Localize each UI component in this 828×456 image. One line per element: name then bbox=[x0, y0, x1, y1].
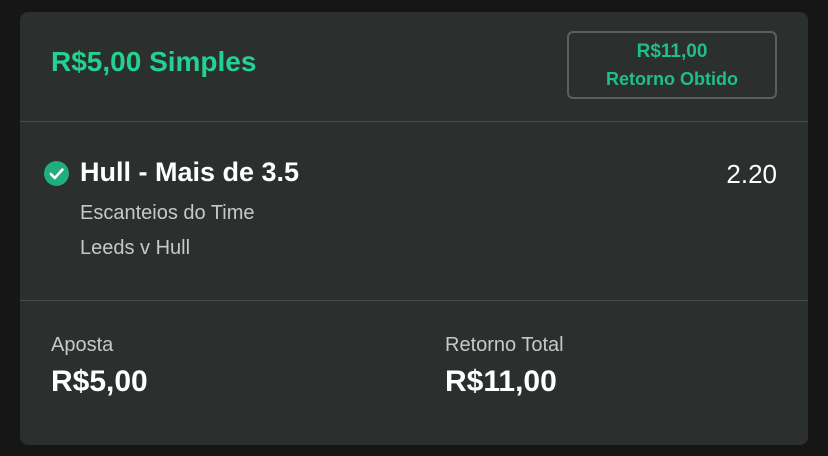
bet-title: R$5,00 Simples bbox=[51, 46, 257, 77]
returned-badge: R$11,00 Retorno Obtido bbox=[567, 31, 777, 99]
selection-event: Leeds v Hull bbox=[80, 237, 191, 259]
selection-market: Escanteios do Time bbox=[80, 202, 255, 224]
check-circle-icon bbox=[44, 161, 69, 186]
returned-amount: R$11,00 bbox=[636, 41, 708, 62]
stake-label: Aposta bbox=[51, 334, 114, 356]
stake-value: R$5,00 bbox=[51, 365, 148, 398]
bet-card: R$5,00 Simples R$11,00 Retorno Obtido Hu… bbox=[20, 12, 808, 445]
selection-odds: 2.20 bbox=[726, 159, 777, 189]
bet-selection: Hull - Mais de 3.5 2.20 Escanteios do Ti… bbox=[20, 122, 808, 300]
selection-name: Hull - Mais de 3.5 bbox=[80, 157, 300, 187]
bet-footer: Aposta R$5,00 Retorno Total R$11,00 bbox=[20, 301, 808, 445]
total-return-label: Retorno Total bbox=[445, 334, 564, 356]
total-return-value: R$11,00 bbox=[445, 365, 557, 398]
returned-label: Retorno Obtido bbox=[606, 69, 738, 89]
bet-header: R$5,00 Simples R$11,00 Retorno Obtido bbox=[20, 12, 808, 121]
